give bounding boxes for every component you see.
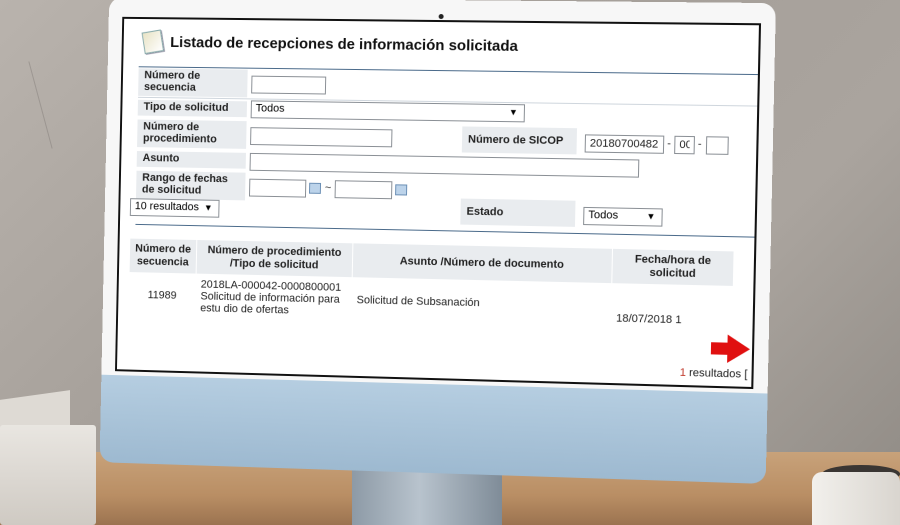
calendar-icon[interactable]: [309, 183, 321, 194]
sicop-part3-input[interactable]: [706, 136, 729, 155]
estado-select[interactable]: Todos ▼: [583, 207, 663, 227]
label-numero-secuencia: Número de secuencia: [138, 68, 248, 97]
fecha-hasta-input[interactable]: [335, 180, 393, 199]
chevron-down-icon: ▼: [509, 107, 518, 117]
label-asunto: Asunto: [137, 151, 246, 169]
page-size-value: 10 resultados: [135, 200, 199, 213]
results-table: Número de secuencia Número de procedimie…: [128, 238, 735, 332]
tipo-solicitud-text: Solicitud de información para estu dio d…: [200, 290, 347, 317]
results-count: 1 resultados [: [680, 367, 748, 381]
cup: [812, 472, 900, 525]
camera-icon: [439, 14, 444, 19]
tipo-solicitud-value: Todos: [256, 102, 285, 114]
monitor-bezel: Listado de recepciones de información so…: [101, 0, 776, 394]
column-header[interactable]: Asunto /Número de documento: [352, 243, 612, 284]
wall-crack: [28, 61, 52, 148]
date-range-separator: ~: [325, 182, 332, 194]
sicop-separator: -: [667, 138, 671, 150]
fecha-desde-input[interactable]: [249, 179, 306, 198]
sicop-separator: -: [698, 138, 702, 150]
estado-value: Todos: [588, 209, 618, 222]
chevron-down-icon: ▼: [204, 203, 213, 213]
column-header[interactable]: Fecha/hora de solicitud: [612, 248, 734, 286]
label-rango-fechas: Rango de fechas de solicitud: [136, 171, 246, 201]
page-size-select[interactable]: 10 resultados ▼: [130, 198, 220, 218]
cell-fecha: 18/07/2018 1: [611, 284, 733, 332]
page-title: Listado de recepciones de información so…: [170, 34, 518, 55]
document-icon: [142, 29, 164, 54]
cell-procedimiento: 2018LA-000042-0000800001 Solicitud de in…: [195, 274, 352, 322]
column-header[interactable]: Número de procedimiento /Tipo de solicit…: [196, 239, 353, 277]
numero-procedimiento-input[interactable]: [250, 127, 392, 147]
calendar-icon[interactable]: [395, 184, 407, 195]
results-count-suffix: resultados [: [686, 367, 748, 381]
sicop-part1-input[interactable]: [585, 134, 665, 153]
desk-box: [0, 425, 96, 525]
sicop-part2-input[interactable]: [674, 136, 695, 155]
monitor: Listado de recepciones de información so…: [100, 0, 776, 489]
screen: Listado de recepciones de información so…: [115, 17, 761, 389]
title-row: Listado de recepciones de información so…: [143, 31, 518, 57]
label-estado: Estado: [460, 199, 575, 227]
numero-secuencia-input[interactable]: [251, 76, 326, 95]
asunto-input[interactable]: [250, 153, 640, 178]
label-numero-sicop: Número de SICOP: [462, 126, 577, 154]
tipo-solicitud-select[interactable]: Todos ▼: [251, 100, 525, 122]
cell-asunto[interactable]: Solicitud de Subsanación: [351, 278, 612, 329]
label-numero-procedimiento: Número de procedimiento: [137, 119, 247, 148]
chevron-down-icon: ▼: [646, 211, 655, 221]
label-tipo-solicitud: Tipo de solicitud: [138, 100, 247, 117]
red-arrow-icon: [727, 335, 750, 364]
column-header[interactable]: Número de secuencia: [129, 238, 197, 274]
cell-secuencia: 11989: [128, 273, 196, 319]
search-form: Número de secuencia Tipo de solicitud To…: [139, 66, 758, 74]
